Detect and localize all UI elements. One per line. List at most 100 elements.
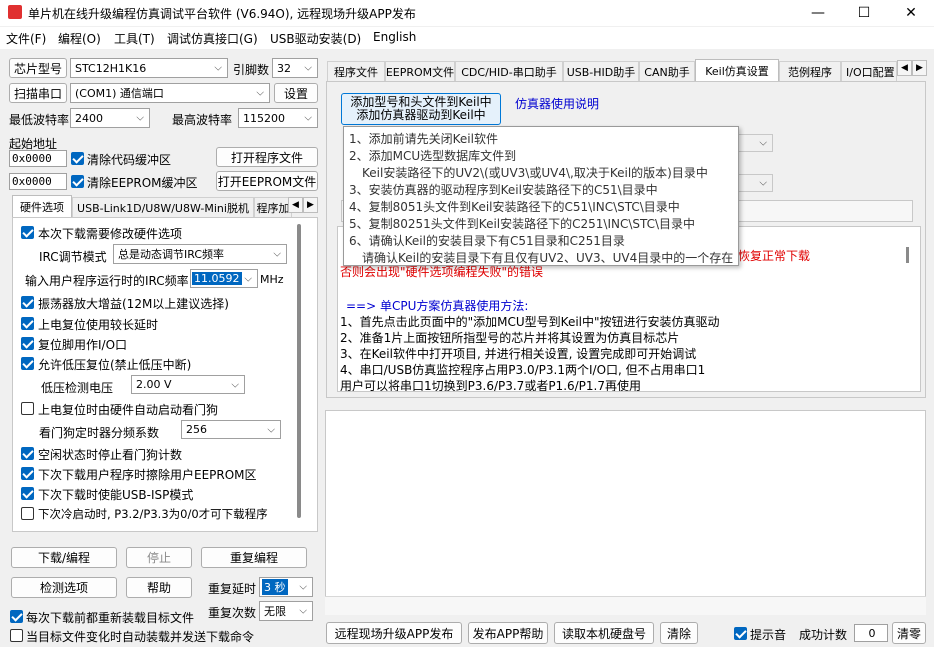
download-button[interactable]: 下载/编程 [11,547,117,568]
menu-debug-interface[interactable]: 调试仿真接口(G) [167,30,258,47]
clear-log-button[interactable]: 清除 [660,622,698,644]
help-button[interactable]: 帮助 [126,577,192,598]
low-voltage-reset-checkbox[interactable] [21,357,34,370]
chevron-down-icon: ⌵ [304,112,312,124]
irc-mode-label: IRC调节模式 [39,250,107,264]
add-model-line2: 添加仿真器驱动到Keil中 [356,108,486,122]
add-model-to-keil-button[interactable]: 添加型号和头文件到Keil中 添加仿真器驱动到Keil中 [341,93,501,125]
scroll-right-icon[interactable]: ▶ [912,60,927,76]
reload-before-download-checkbox[interactable] [10,610,23,623]
reload-before-download-label: 每次下载前都重新装载目标文件 [26,611,195,625]
clear-code-label: 清除代码缓冲区 [87,153,172,167]
chevron-down-icon: ⌵ [273,248,281,260]
instructions-scrollbar[interactable] [906,247,909,263]
repeat-count-select[interactable]: 无限 ⌵ [259,601,313,621]
lvd-value: 2.00 V [136,378,172,391]
chevron-down-icon: ⌵ [299,605,307,617]
long-reset-delay-checkbox[interactable] [21,317,34,330]
cold-start-p32-checkbox[interactable] [21,507,34,520]
reset-pin-io-checkbox[interactable] [21,337,34,350]
menu-english[interactable]: English [373,30,416,44]
tab-can[interactable]: CAN助手 [639,61,695,81]
options-scrollbar[interactable] [297,224,301,518]
scroll-left-icon[interactable]: ◀ [897,60,912,76]
chip-model-select[interactable]: STC12H1K16 ⌵ [70,58,228,78]
modify-options-label: 本次下载需要修改硬件选项 [38,227,183,241]
tab-io-config[interactable]: I/O口配置 [841,61,897,81]
minimize-button[interactable]: — [795,0,841,26]
chevron-down-icon: ⌵ [136,112,144,124]
min-baud-select[interactable]: 2400 ⌵ [70,108,150,128]
hint-sound-checkbox[interactable] [734,627,747,640]
left-tab-scroll: ◀ ▶ [288,197,318,213]
scan-port-button[interactable]: 扫描串口 [9,83,67,103]
irc-freq-label: 输入用户程序运行时的IRC频率 [25,274,189,288]
reset-count-button[interactable]: 清零 [892,622,926,644]
usb-isp-checkbox[interactable] [21,487,34,500]
erase-eeprom-label: 下次下载用户程序时擦除用户EEPROM区 [38,468,257,482]
pin-count-value: 32 [277,61,291,75]
tab-eeprom-file[interactable]: EEPROM文件 [385,61,455,81]
irc-mode-select[interactable]: 总是动态调节IRC频率 ⌵ [113,244,287,264]
erase-eeprom-checkbox[interactable] [21,467,34,480]
idle-stop-wdt-checkbox[interactable] [21,447,34,460]
clear-code-checkbox[interactable] [71,152,84,165]
tooltip-line-7: 6、请确认Keil的安装目录下有C51目录和C251目录 [349,234,625,248]
usage-step-1: 1、首先点击此页面中的"添加MCU型号到Keil中"按钮进行安装仿真驱动 [340,315,720,329]
lvd-select[interactable]: 2.00 V ⌵ [131,375,245,394]
menu-usb-driver[interactable]: USB驱动安装(D) [270,30,361,47]
modify-options-checkbox[interactable] [21,226,34,239]
tab-program-encrypt[interactable]: 程序加 [254,197,292,217]
reset-pin-io-label: 复位脚用作I/O口 [38,338,128,352]
open-eeprom-button[interactable]: 打开EEPROM文件 [216,171,318,191]
osc-gain-checkbox[interactable] [21,296,34,309]
max-baud-label: 最高波特率 [172,113,233,127]
port-select[interactable]: (COM1) 通信端口 ⌵ [70,83,270,103]
scroll-right-icon[interactable]: ▶ [303,197,318,213]
menu-tools[interactable]: 工具(T) [114,30,155,47]
output-log[interactable] [325,410,926,615]
repeat-delay-select[interactable]: 3 秒 ⌵ [259,577,313,597]
tab-keil-emulation[interactable]: Keil仿真设置 [695,59,779,81]
tab-usb-link-offline[interactable]: USB-Link1D/U8W/U8W-Mini脱机 [72,197,254,217]
check-options-button[interactable]: 检测选项 [11,577,117,598]
scroll-left-icon[interactable]: ◀ [288,197,303,213]
open-program-button[interactable]: 打开程序文件 [216,147,318,167]
chevron-down-icon: ⌵ [759,137,767,149]
maximize-button[interactable]: ☐ [841,0,887,26]
max-baud-value: 115200 [243,111,285,125]
menu-program[interactable]: 编程(O) [58,30,101,47]
wdt-prescale-select[interactable]: 256 ⌵ [181,420,281,439]
right-tab-strip: 程序文件 EEPROM文件 CDC/HID-串口助手 USB-HID助手 CAN… [327,59,897,81]
settings-button[interactable]: 设置 [274,83,318,103]
usage-step-2: 2、准备1片上面按钮所指型号的芯片并将其设置为仿真目标芯片 [340,331,680,345]
emulator-help-link[interactable]: 仿真器使用说明 [515,95,599,112]
eeprom-address-input[interactable]: 0x0000 [9,173,67,190]
hw-watchdog-checkbox[interactable] [21,402,34,415]
tab-program-file[interactable]: 程序文件 [327,61,385,81]
tab-cdc-hid-serial[interactable]: CDC/HID-串口助手 [455,61,563,81]
max-baud-select[interactable]: 115200 ⌵ [238,108,318,128]
code-address-input[interactable]: 0x0000 [9,150,67,167]
chip-model-button[interactable]: 芯片型号 [9,58,67,78]
tab-examples[interactable]: 范例程序 [779,61,841,81]
close-button[interactable]: ✕ [888,0,934,26]
read-disk-id-button[interactable]: 读取本机硬盘号 [554,622,654,644]
left-tab-strip: 硬件选项 USB-Link1D/U8W/U8W-Mini脱机 程序加 [12,195,318,217]
tab-hardware-options[interactable]: 硬件选项 [12,195,72,217]
publish-app-button[interactable]: 远程现场升级APP发布 [326,622,462,644]
publish-help-button[interactable]: 发布APP帮助 [468,622,548,644]
menu-file[interactable]: 文件(F) [6,30,46,47]
tooltip-line-2: 2、添加MCU选型数据库文件到 [349,149,517,163]
clear-eeprom-checkbox[interactable] [71,175,84,188]
stop-button[interactable]: 停止 [126,547,192,568]
tab-usb-hid[interactable]: USB-HID助手 [563,61,639,81]
irc-freq-select[interactable]: 11.0592 ⌵ [190,269,258,288]
auto-send-checkbox[interactable] [10,629,23,642]
app-icon [8,5,22,19]
hint-sound-label: 提示音 [750,628,787,642]
usage-header: ==> 单CPU方案仿真器使用方法: [346,299,529,313]
pin-count-select[interactable]: 32 ⌵ [272,58,318,78]
tooltip-line-6: 5、复制80251头文件到Keil安装路径下的C251\INC\STC\目录中 [349,217,696,231]
repeat-program-button[interactable]: 重复编程 [201,547,307,568]
